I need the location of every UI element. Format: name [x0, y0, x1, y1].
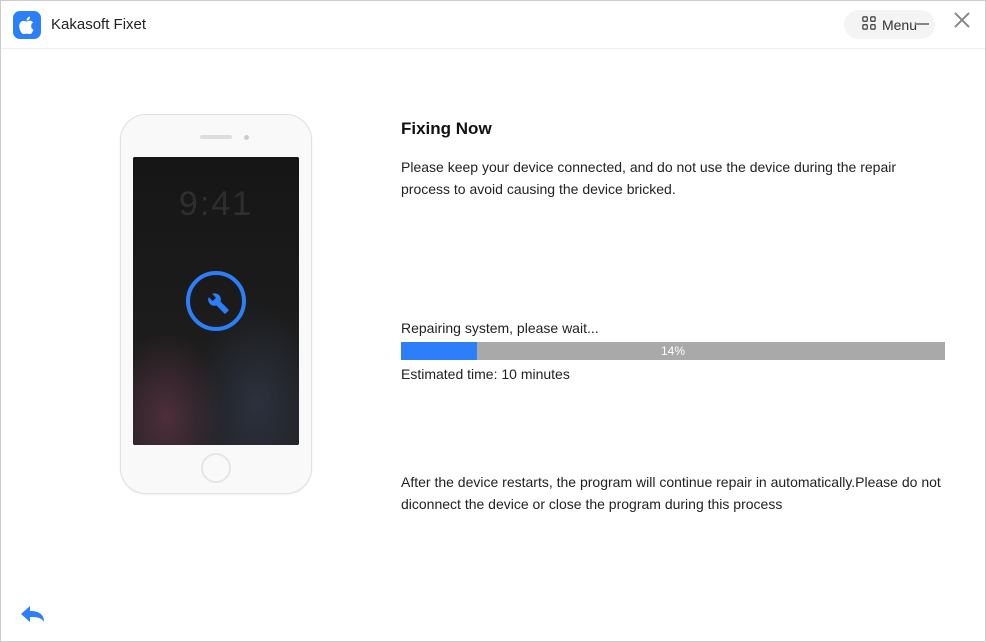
app-title: Kakasoft Fixet — [51, 16, 844, 33]
progress-fill — [401, 342, 477, 360]
device-preview-panel: 9:41 — [31, 89, 401, 621]
phone-mockup: 9:41 — [120, 114, 312, 494]
minimize-button[interactable] — [915, 23, 929, 25]
menu-label: Menu — [882, 17, 917, 33]
window-controls — [915, 11, 971, 29]
page-heading: Fixing Now — [401, 89, 945, 139]
progress-bar: 14% — [401, 342, 945, 360]
instructions-text: Please keep your device connected, and d… — [401, 157, 945, 200]
progress-percent-text: 14% — [661, 344, 685, 358]
back-arrow-icon — [18, 603, 46, 625]
app-logo-icon — [13, 11, 41, 39]
status-label: Repairing system, please wait... — [401, 320, 945, 336]
main-content: 9:41 Fixing Now Please keep your device … — [1, 49, 985, 641]
status-panel: Fixing Now Please keep your device conne… — [401, 89, 955, 621]
footnote-text: After the device restarts, the program w… — [401, 472, 945, 515]
phone-lock-time: 9:41 — [133, 185, 299, 224]
titlebar: Kakasoft Fixet Menu — [1, 1, 985, 49]
phone-camera-icon — [244, 135, 249, 140]
eta-label: Estimated time: 10 minutes — [401, 366, 945, 382]
close-button[interactable] — [953, 11, 971, 29]
phone-speaker-icon — [200, 135, 232, 139]
wrench-icon — [186, 271, 246, 331]
back-button[interactable] — [17, 601, 47, 627]
app-window: Kakasoft Fixet Menu — [0, 0, 986, 642]
phone-screen: 9:41 — [133, 157, 299, 445]
phone-home-button-icon — [201, 453, 231, 483]
menu-grid-icon — [862, 16, 876, 33]
